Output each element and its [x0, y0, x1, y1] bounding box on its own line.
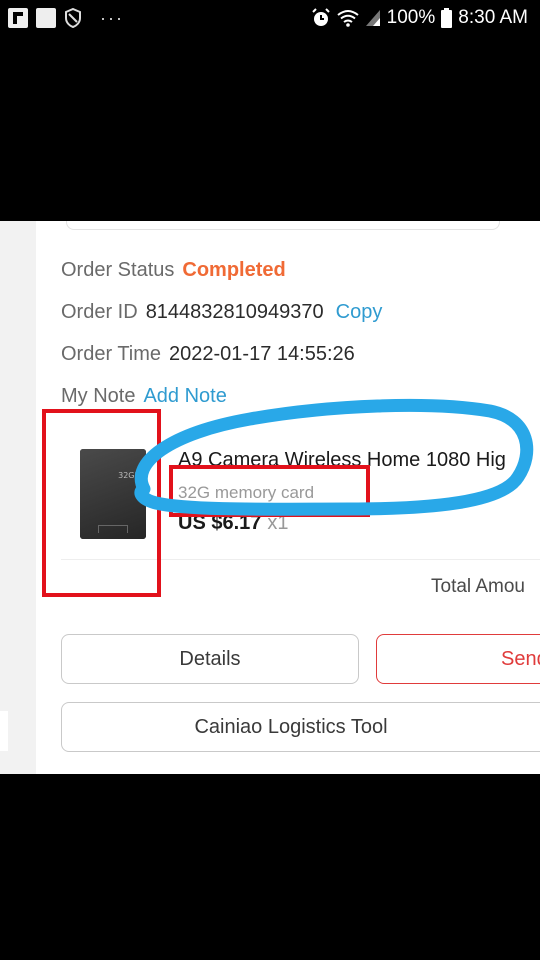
details-button[interactable]: Details [61, 634, 359, 684]
thumbnail-card-label: 32GB [118, 471, 140, 480]
product-price: US $6.17 [178, 512, 262, 534]
copy-link[interactable]: Copy [336, 301, 383, 323]
order-id-row: Order ID 8144832810949370 Copy [61, 301, 382, 324]
status-bar: ··· 100% 8:30 AM [0, 0, 540, 38]
my-note-label: My Note [61, 385, 136, 407]
product-title[interactable]: A9 Camera Wireless Home 1080 Hig [178, 449, 540, 472]
add-note-link[interactable]: Add Note [143, 385, 226, 407]
alarm-icon [311, 8, 331, 28]
divider [61, 559, 540, 560]
clock: 8:30 AM [458, 7, 528, 28]
order-time-row: Order Time 2022-01-17 14:55:26 [61, 343, 355, 366]
order-id-label: Order ID [61, 301, 138, 323]
notification-icons: ··· [8, 8, 124, 28]
total-amount-label: Total Amou [431, 576, 525, 597]
my-note-row: My Note Add Note [61, 385, 227, 408]
product-variant: 32G memory card [178, 483, 315, 502]
battery-icon [441, 8, 453, 28]
cainiao-logistics-button[interactable]: Cainiao Logistics Tool [61, 702, 540, 752]
order-status-label: Order Status [61, 259, 175, 281]
wifi-icon [337, 9, 359, 27]
product-quantity: x1 [267, 512, 289, 534]
battery-percent: 100% [386, 7, 436, 28]
order-time-label: Order Time [61, 343, 162, 365]
order-status-row: Order Status Completed [61, 259, 286, 282]
product-thumbnail[interactable]: 32GB [80, 449, 146, 539]
system-icons: 100% 8:30 AM [311, 6, 528, 30]
left-card-edge [0, 711, 8, 751]
order-detail-panel: Order Status Completed Order ID 8144832810… [0, 221, 540, 774]
signal-icon [365, 9, 381, 27]
shield-icon [64, 8, 82, 28]
order-status-value: Completed [182, 259, 286, 281]
send-button[interactable]: Send [376, 634, 540, 684]
previous-card-edge [66, 221, 500, 230]
order-id-value: 8144832810949370 [145, 301, 324, 323]
card-slot-shape [98, 525, 128, 533]
flipboard-icon [8, 8, 28, 28]
square-notification-icon [36, 8, 56, 28]
more-notifications-icon: ··· [100, 8, 124, 28]
product-price-row: US $6.17 x1 [178, 512, 289, 535]
order-time-value: 2022-01-17 14:55:26 [169, 343, 355, 365]
